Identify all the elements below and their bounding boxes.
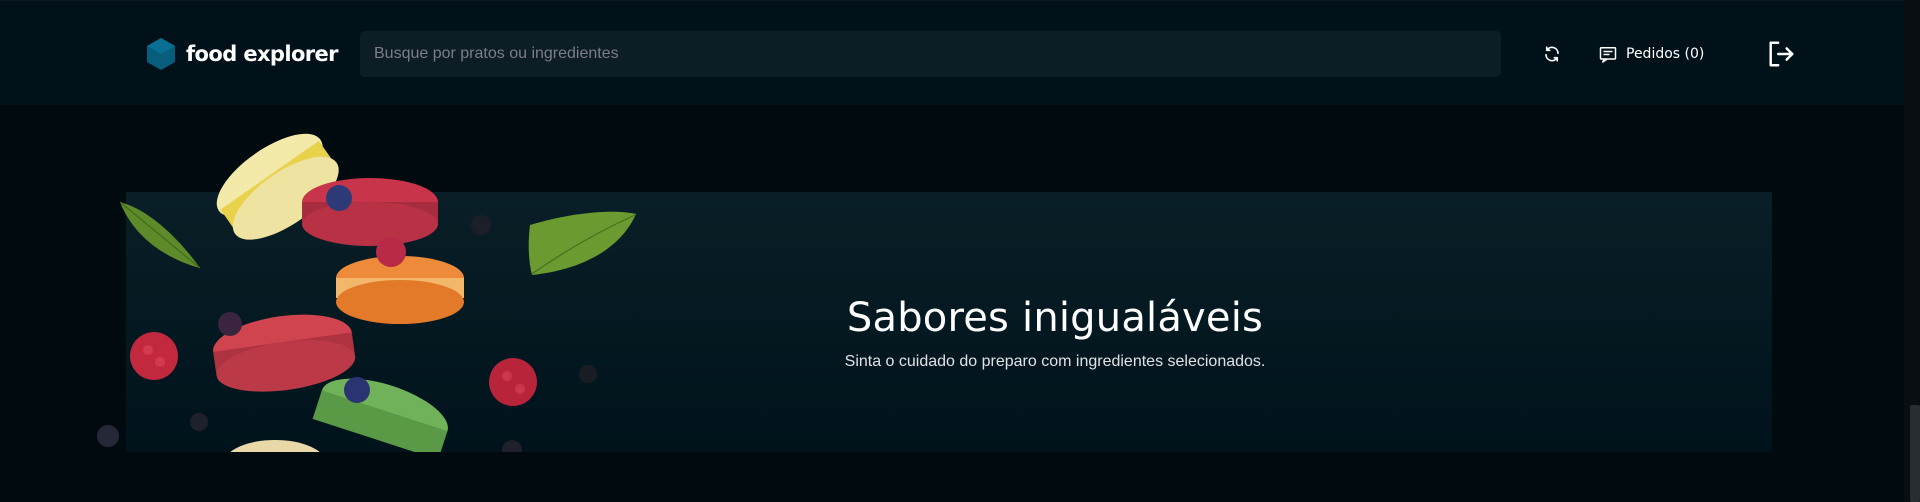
- brand-logo[interactable]: food explorer: [146, 38, 339, 70]
- search-input[interactable]: [360, 31, 1501, 77]
- refresh-icon: [1545, 46, 1559, 62]
- banner-title: Sabores inigualáveis: [846, 295, 1264, 341]
- receipt-icon: [1599, 46, 1617, 63]
- hexagon-logo-icon: [147, 38, 175, 70]
- orders-button[interactable]: Pedidos (0): [1599, 43, 1704, 65]
- page: food explorer Pedidos (0): [0, 0, 1920, 502]
- refresh-button[interactable]: [1541, 43, 1563, 65]
- brand-name: food explorer: [186, 42, 339, 66]
- scrollbar-thumb[interactable]: [1910, 405, 1920, 502]
- orders-label: Pedidos (0): [1626, 46, 1705, 62]
- banner-subtitle: Sinta o cuidado do preparo com ingredien…: [844, 353, 1266, 370]
- logout-button[interactable]: [1765, 38, 1797, 70]
- banner-text: Sabores inigualáveis Sinta o cuidado do …: [680, 295, 1430, 371]
- top-header: food explorer Pedidos (0): [0, 0, 1904, 105]
- search-bar[interactable]: [360, 31, 1501, 77]
- macarons-illustration: [97, 133, 636, 452]
- macarons-image: [80, 110, 660, 452]
- sign-out-icon: [1769, 41, 1794, 67]
